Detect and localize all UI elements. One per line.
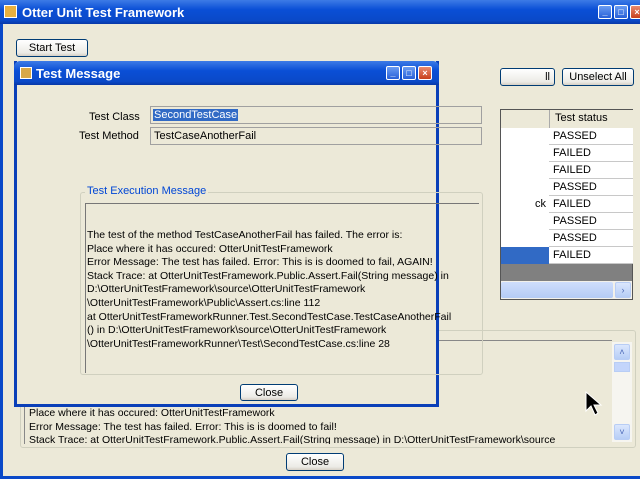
message-line: Stack Trace: at OtterUnitTestFramework.P… (29, 434, 556, 444)
grid-status-cell[interactable]: PASSED (549, 230, 633, 247)
grid-horizontal-scrollbar[interactable]: › (501, 281, 632, 299)
test-class-label: Test Class (89, 111, 140, 123)
execution-message-text[interactable]: The test of the method TestCaseAnotherFa… (85, 203, 479, 373)
test-class-field[interactable]: SecondTestCase (150, 106, 482, 124)
message-line: \OtterUnitTestFramework\Public\Assert.cs… (87, 296, 321, 309)
message-line: at OtterUnitTestFrameworkRunner.Test.Sec… (87, 310, 452, 323)
main-titlebar: Otter Unit Test Framework _ □ × (0, 0, 640, 24)
grid-status-cell[interactable]: FAILED (549, 162, 633, 179)
main-frame-left (0, 24, 3, 479)
message-line: \OtterUnitTestFrameworkRunner\Test\Secon… (87, 337, 390, 350)
execution-message-title: Test Execution Message (85, 185, 209, 197)
main-close-button[interactable]: Close (286, 453, 344, 471)
maximize-button[interactable]: □ (614, 5, 628, 19)
message-line: The test of the method TestCaseAnotherFa… (87, 229, 403, 241)
dialog-icon (20, 67, 32, 79)
test-message-dialog: Test Message _ □ × Test Class SecondTest… (14, 61, 483, 407)
result-vertical-scrollbar[interactable]: ˄ ˅ (612, 342, 632, 442)
dialog-title: Test Message (36, 65, 121, 81)
close-window-button[interactable]: × (630, 5, 640, 19)
grid-status-cell[interactable]: PASSED (549, 213, 633, 230)
message-line: Error Message: The test has failed. Erro… (87, 256, 433, 269)
grid-selected-cell[interactable] (501, 247, 549, 264)
message-line: () in D:\OtterUnitTestFramework\source\O… (87, 324, 387, 337)
test-method-field[interactable]: TestCaseAnotherFail (150, 127, 482, 145)
message-line: Error Message: The test has failed. Erro… (29, 420, 337, 433)
grid-status-cell[interactable]: FAILED (549, 247, 633, 264)
dialog-titlebar: Test Message _ □ × (14, 61, 439, 85)
scroll-up-icon[interactable]: ˄ (614, 344, 630, 360)
dialog-minimize-button[interactable]: _ (386, 66, 400, 80)
dialog-maximize-button[interactable]: □ (402, 66, 416, 80)
mouse-cursor-icon (585, 391, 603, 416)
message-line: Stack Trace: at OtterUnitTestFramework.P… (87, 269, 449, 282)
minimize-button[interactable]: _ (598, 5, 612, 19)
dialog-close-icon[interactable]: × (418, 66, 432, 80)
grid-header[interactable]: Test status (549, 110, 633, 128)
start-test-button[interactable]: Start Test (16, 39, 88, 57)
grid-status-cell[interactable]: PASSED (549, 128, 633, 145)
grid-partial-cell[interactable]: ck (535, 198, 546, 210)
scroll-down-icon[interactable]: ˅ (614, 424, 630, 440)
test-method-label: Test Method (79, 130, 139, 142)
select-all-button[interactable]: ll (500, 68, 555, 86)
main-title: Otter Unit Test Framework (22, 4, 185, 20)
unselect-all-button[interactable]: Unselect All (562, 68, 634, 86)
dialog-close-button[interactable]: Close (240, 384, 298, 401)
scroll-right-icon[interactable]: › (615, 282, 631, 298)
test-grid[interactable]: Test status ck PASSED FAILED FAILED PASS… (500, 109, 633, 300)
app-icon (4, 5, 17, 18)
message-line: Place where it has occured: OtterUnitTes… (87, 242, 333, 255)
message-line: Place where it has occured: OtterUnitTes… (29, 407, 275, 419)
grid-status-cell[interactable]: PASSED (549, 179, 633, 196)
message-line: D:\OtterUnitTestFramework\source\OtterUn… (87, 283, 366, 296)
grid-status-cell[interactable]: FAILED (549, 145, 633, 162)
scroll-thumb[interactable] (614, 362, 630, 372)
grid-status-cell[interactable]: FAILED (549, 196, 633, 213)
